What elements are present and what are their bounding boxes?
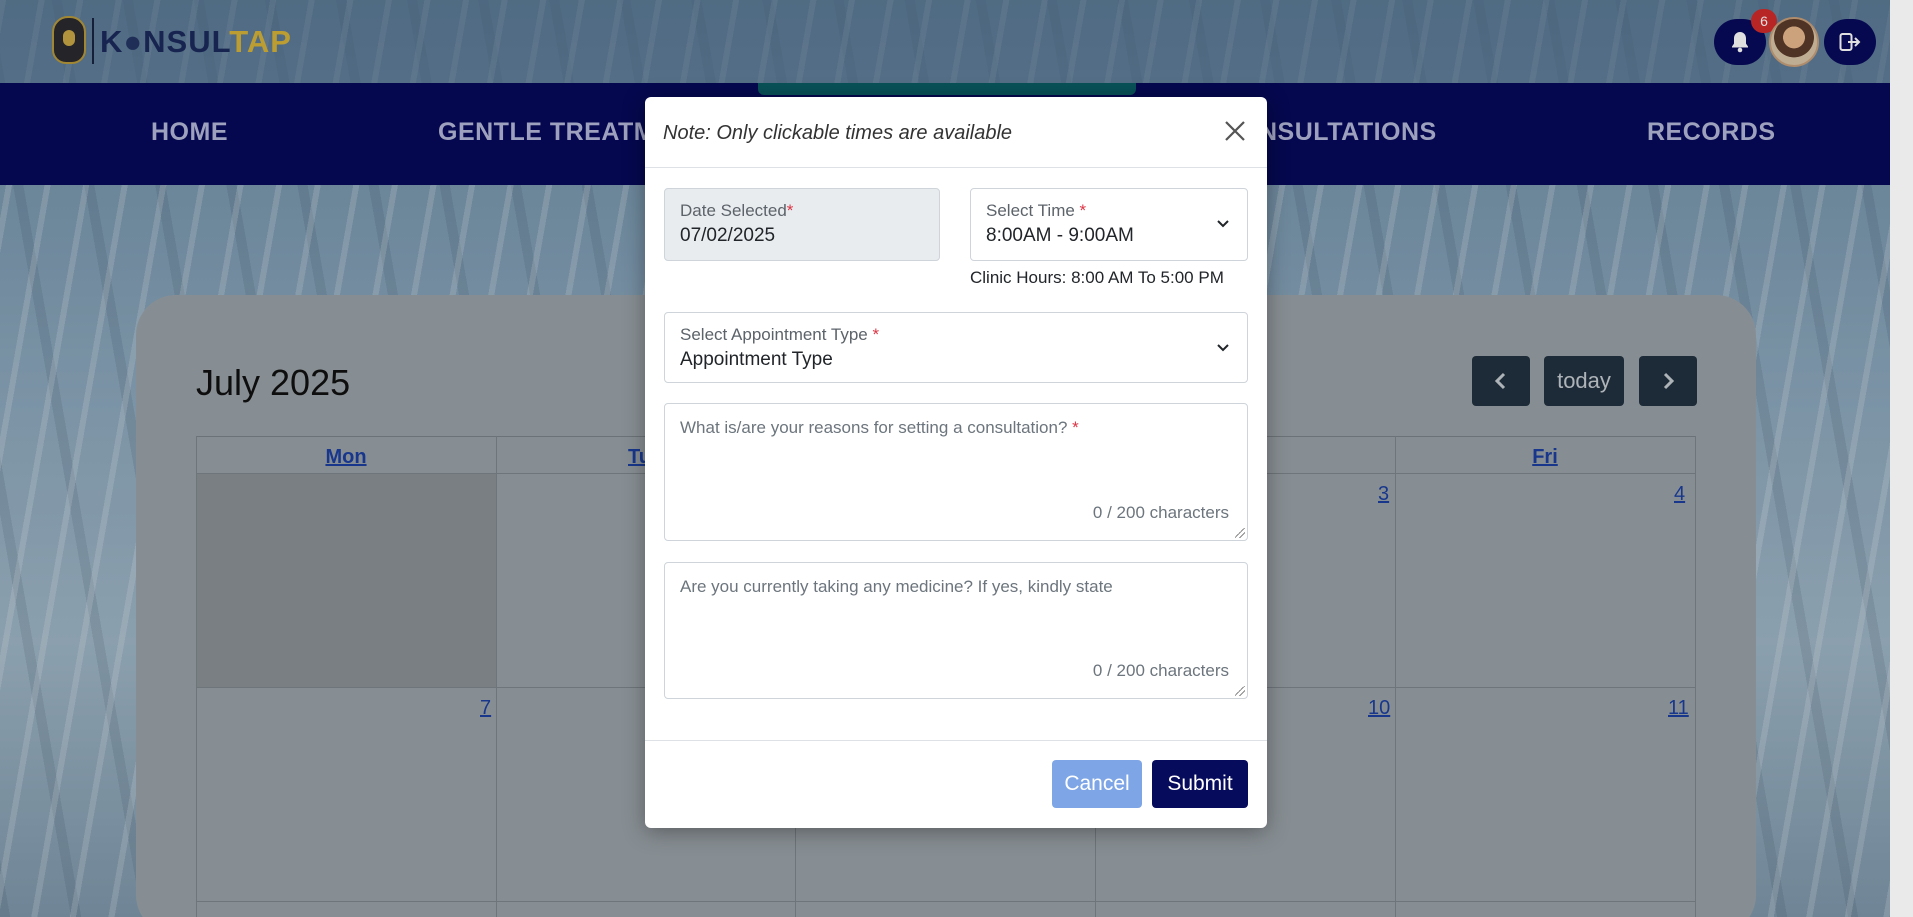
select-time-label: Select Time *	[986, 201, 1087, 220]
medicine-placeholder: Are you currently taking any medicine? I…	[680, 577, 1113, 596]
resize-handle-icon[interactable]	[1235, 686, 1245, 696]
modal-header: Note: Only clickable times are available	[645, 97, 1267, 168]
consultation-reason-textarea[interactable]: What is/are your reasons for setting a c…	[664, 403, 1248, 541]
select-time-value: 8:00AM - 9:00AM	[986, 225, 1134, 246]
appointment-type-dropdown[interactable]: Select Appointment Type * Appointment Ty…	[664, 312, 1248, 383]
chevron-down-icon	[1217, 344, 1229, 352]
chevron-down-icon	[1217, 220, 1229, 228]
close-icon	[1225, 121, 1245, 141]
date-selected-value: 07/02/2025	[680, 225, 776, 246]
consultation-reason-counter: 0 / 200 characters	[1092, 503, 1229, 522]
cancel-button[interactable]: Cancel	[1052, 760, 1142, 808]
consultation-reason-placeholder: What is/are your reasons for setting a c…	[680, 418, 1079, 437]
appointment-type-value: Appointment Type	[680, 349, 833, 370]
close-button[interactable]	[1219, 115, 1251, 147]
date-selected-label: Date Selected*	[680, 201, 794, 220]
resize-handle-icon[interactable]	[1235, 528, 1245, 538]
page-scrollbar[interactable]	[1890, 0, 1913, 917]
modal-note: Note: Only clickable times are available	[663, 122, 1013, 144]
clinic-hours: Clinic Hours: 8:00 AM To 5:00 PM	[970, 268, 1224, 287]
appointment-type-label: Select Appointment Type *	[680, 325, 880, 344]
select-time-dropdown[interactable]: Select Time * 8:00AM - 9:00AM	[970, 188, 1248, 261]
medicine-textarea[interactable]: Are you currently taking any medicine? I…	[664, 562, 1248, 699]
submit-button[interactable]: Submit	[1152, 760, 1248, 808]
appointment-modal: Note: Only clickable times are available…	[645, 97, 1267, 828]
date-selected-field: Date Selected* 07/02/2025	[664, 188, 940, 261]
medicine-counter: 0 / 200 characters	[1092, 661, 1229, 680]
